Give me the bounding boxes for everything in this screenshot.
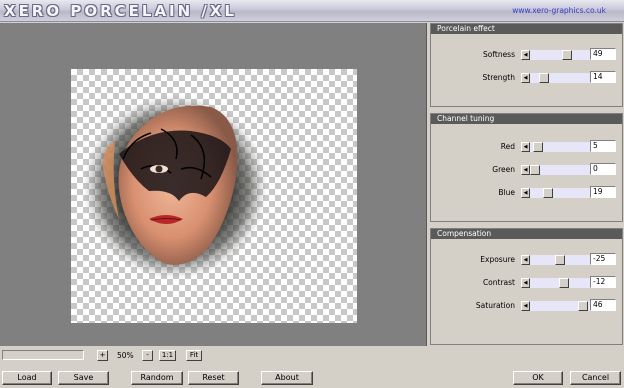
compensation-panel: Compensation Exposure ◀ ▶ -25 Contrast ◀… (430, 228, 623, 345)
reset-button[interactable]: Reset (188, 371, 239, 385)
app-title: XERO PORCELAIN /XL (4, 2, 238, 20)
arrow-left-icon[interactable]: ◀ (521, 188, 530, 198)
save-button[interactable]: Save (58, 371, 109, 385)
slider-thumb[interactable] (562, 50, 572, 60)
progress-bar (2, 350, 84, 360)
slider-thumb[interactable] (539, 73, 549, 83)
green-label: Green (492, 165, 515, 174)
arrow-left-icon[interactable]: ◀ (521, 278, 530, 288)
red-label: Red (500, 142, 515, 151)
arrow-left-icon[interactable]: ◀ (521, 165, 530, 175)
contrast-row: Contrast ◀ ▶ -12 (431, 276, 622, 290)
exposure-row: Exposure ◀ ▶ -25 (431, 253, 622, 267)
ok-button[interactable]: OK (513, 371, 563, 385)
zoom-in-button[interactable]: + (97, 350, 108, 361)
channel-tuning-panel: Channel tuning Red ◀ ▶ 5 Green ◀ ▶ 0 Blu… (430, 113, 623, 222)
slider-thumb[interactable] (530, 165, 540, 175)
slider-thumb[interactable] (533, 142, 543, 152)
zoom-level: 50% (117, 351, 134, 360)
preview-canvas[interactable] (71, 69, 357, 323)
arrow-left-icon[interactable]: ◀ (521, 301, 530, 311)
contrast-label: Contrast (482, 278, 515, 287)
strength-label: Strength (482, 73, 515, 82)
arrow-left-icon[interactable]: ◀ (521, 255, 530, 265)
panel-title: Channel tuning (431, 114, 622, 124)
blue-value[interactable]: 19 (590, 186, 616, 198)
zoom-out-button[interactable]: - (142, 350, 153, 361)
title-banner: XERO PORCELAIN /XL www.xero-graphics.co.… (0, 0, 624, 22)
blue-row: Blue ◀ ▶ 19 (431, 186, 622, 200)
saturation-label: Saturation (475, 301, 515, 310)
preview-area[interactable] (0, 23, 427, 346)
exposure-label: Exposure (480, 255, 515, 264)
strength-value[interactable]: 14 (590, 71, 616, 83)
zoom-actual-size-button[interactable]: 1:1 (159, 350, 176, 361)
cancel-button[interactable]: Cancel (570, 371, 621, 385)
random-button[interactable]: Random (131, 371, 183, 385)
blue-label: Blue (498, 188, 515, 197)
panel-title: Porcelain effect (431, 24, 622, 34)
saturation-value[interactable]: 46 (590, 299, 616, 311)
panel-title: Compensation (431, 229, 622, 239)
load-button[interactable]: Load (2, 371, 52, 385)
softness-label: Softness (483, 50, 515, 59)
website-link[interactable]: www.xero-graphics.co.uk (512, 6, 606, 15)
contrast-value[interactable]: -12 (590, 276, 616, 288)
about-button[interactable]: About (261, 371, 313, 385)
green-value[interactable]: 0 (590, 163, 616, 175)
slider-thumb[interactable] (559, 278, 569, 288)
arrow-left-icon[interactable]: ◀ (521, 73, 530, 83)
red-row: Red ◀ ▶ 5 (431, 140, 622, 154)
slider-thumb[interactable] (578, 301, 588, 311)
zoom-toolbar: + 50% - 1:1 Fit (0, 349, 430, 362)
arrow-left-icon[interactable]: ◀ (521, 142, 530, 152)
arrow-left-icon[interactable]: ◀ (521, 50, 530, 60)
slider-thumb[interactable] (543, 188, 553, 198)
green-row: Green ◀ ▶ 0 (431, 163, 622, 177)
zoom-fit-button[interactable]: Fit (186, 350, 202, 361)
exposure-value[interactable]: -25 (590, 253, 616, 265)
saturation-row: Saturation ◀ ▶ 46 (431, 299, 622, 313)
softness-value[interactable]: 49 (590, 48, 616, 60)
softness-row: Softness ◀ ▶ 49 (431, 48, 622, 62)
strength-row: Strength ◀ ▶ 14 (431, 71, 622, 85)
red-value[interactable]: 5 (590, 140, 616, 152)
slider-thumb[interactable] (555, 255, 565, 265)
preview-image (83, 95, 267, 279)
porcelain-effect-panel: Porcelain effect Softness ◀ ▶ 49 Strengt… (430, 23, 623, 107)
